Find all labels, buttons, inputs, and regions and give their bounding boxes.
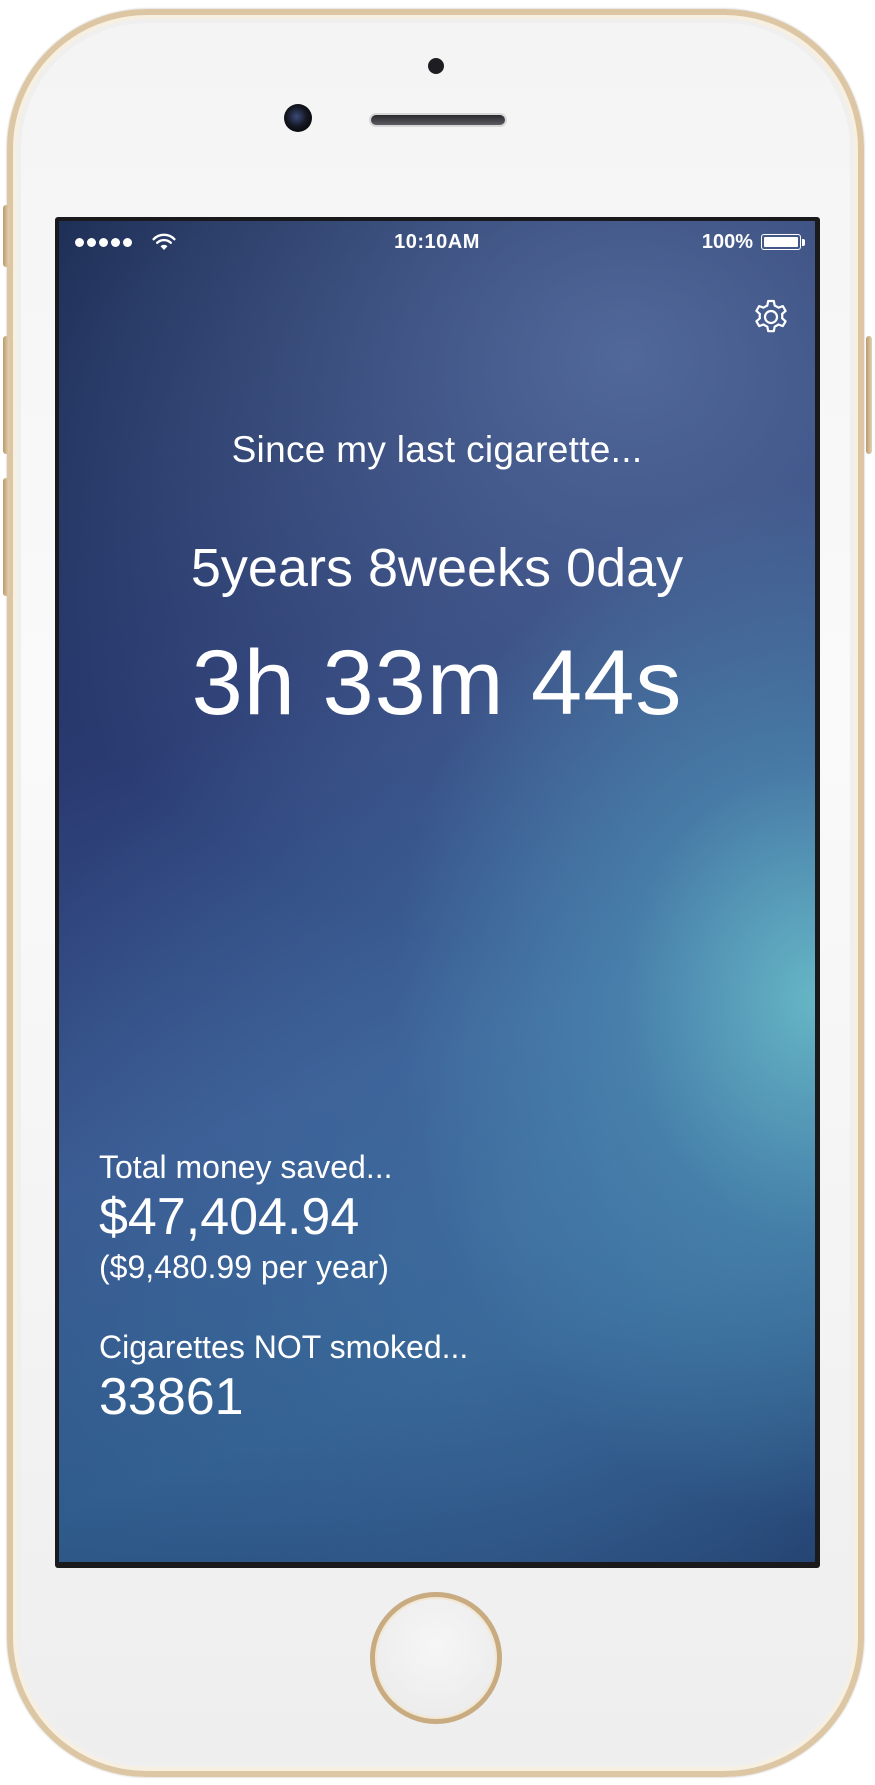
- stats-section: Total money saved... $47,404.94 ($9,480.…: [99, 1147, 468, 1427]
- home-button[interactable]: [370, 1592, 502, 1724]
- battery-icon: [761, 234, 805, 250]
- money-saved-value: $47,404.94: [99, 1188, 360, 1246]
- earpiece-speaker: [369, 113, 507, 127]
- duration-hours-minutes-seconds: 3h 33m 44s: [191, 632, 683, 734]
- money-saved-block: Total money saved... $47,404.94 ($9,480.…: [99, 1147, 468, 1287]
- cigarettes-not-smoked-block: Cigarettes NOT smoked... 33861: [99, 1327, 468, 1427]
- duration-years-weeks-days: 5years 8weeks 0day: [190, 538, 684, 598]
- gear-icon[interactable]: [749, 295, 793, 339]
- battery-percentage: 100%: [701, 231, 753, 253]
- volume-up-button: [3, 336, 9, 454]
- mute-switch: [3, 205, 9, 267]
- status-bar: 10:10AM 100%: [59, 221, 815, 265]
- power-button: [866, 336, 872, 454]
- app-screen: 10:10AM 100% Since my last cigarette... …: [59, 221, 815, 1562]
- since-last-cigarette-label: Since my last cigarette...: [231, 429, 643, 470]
- proximity-sensor: [428, 58, 444, 74]
- money-saved-label: Total money saved...: [99, 1149, 393, 1185]
- volume-down-button: [3, 478, 9, 596]
- cigarettes-not-smoked-value: 33861: [99, 1368, 244, 1426]
- money-saved-per-year: ($9,480.99 per year): [99, 1249, 389, 1285]
- front-camera-icon: [284, 104, 312, 132]
- cigarettes-not-smoked-label: Cigarettes NOT smoked...: [99, 1329, 469, 1365]
